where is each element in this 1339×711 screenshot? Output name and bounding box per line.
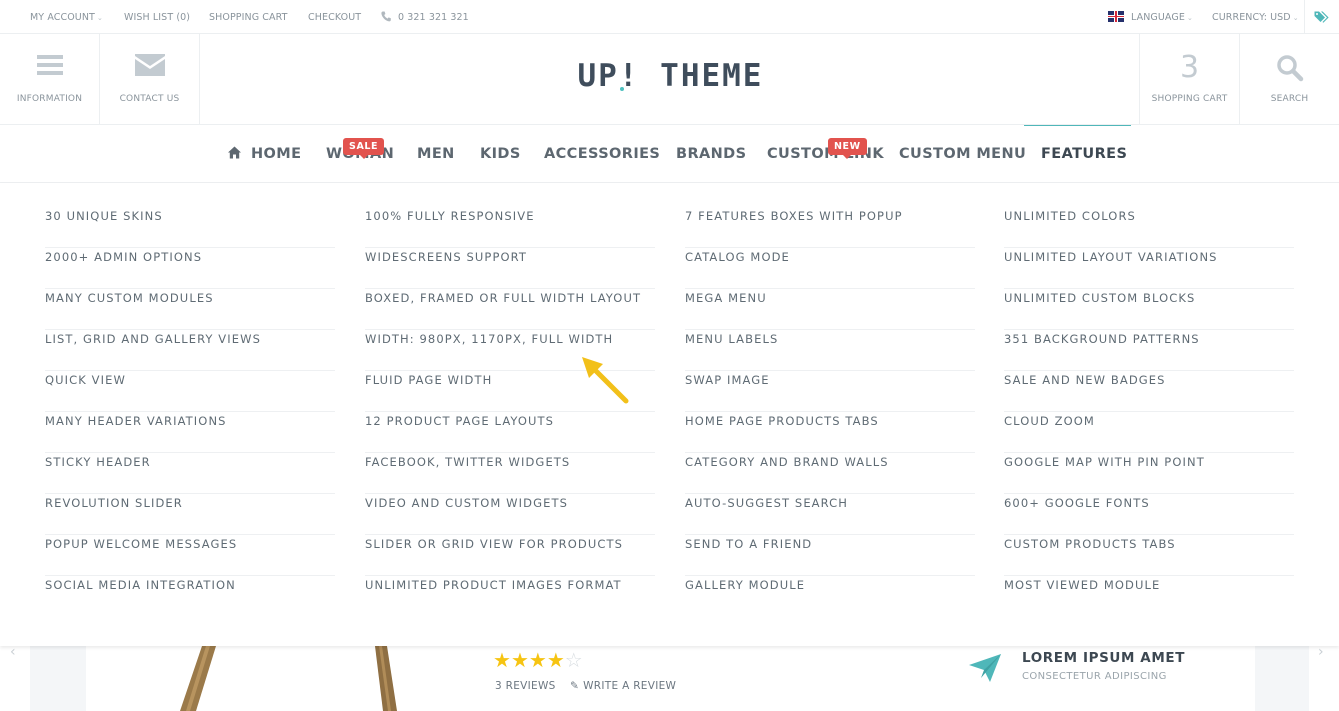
mega-menu-link[interactable]: MOST VIEWED MODULE <box>1004 576 1294 617</box>
chevron-down-icon: ⌄ <box>96 14 103 22</box>
my-account-link[interactable]: MY ACCOUNT ⌄ <box>30 12 103 23</box>
shopping-cart-label: SHOPPING CART <box>1151 94 1228 104</box>
features-mega-menu: 30 UNIQUE SKINS 2000+ ADMIN OPTIONS MANY… <box>0 183 1339 646</box>
phone-icon <box>381 11 391 22</box>
nav-accessories[interactable]: ACCESSORIES <box>544 146 660 162</box>
product-section: ‹ › ★★★★☆ 3 REVIEWS ✎ WRITE A REVIEW LORE… <box>0 644 1339 711</box>
currency-label: CURRENCY: USD <box>1212 12 1291 23</box>
contact-us-label: CONTACT US <box>119 94 180 104</box>
my-account-label: MY ACCOUNT <box>30 12 95 23</box>
search-icon <box>1276 55 1303 82</box>
logo-text: UP! THEME <box>577 58 764 94</box>
star-filled-icon: ★ <box>493 648 511 672</box>
contact-us-button[interactable]: CONTACT US <box>100 34 200 124</box>
information-button[interactable]: INFORMATION <box>0 34 100 124</box>
mega-menu-link[interactable]: UNLIMITED PRODUCT IMAGES FORMAT <box>365 576 655 617</box>
nav-custom-link[interactable]: CUSTOM LINK NEW <box>767 138 884 162</box>
chevron-down-icon: ⌄ <box>1292 14 1299 22</box>
pencil-icon: ✎ <box>570 680 580 692</box>
paper-plane-icon <box>969 654 1001 682</box>
slider-panel-right <box>1255 646 1309 711</box>
search-label: SEARCH <box>1270 94 1309 104</box>
pointer-arrow-icon <box>582 357 629 404</box>
chevron-right-icon[interactable]: › <box>1318 644 1324 660</box>
mega-menu-link[interactable]: GALLERY MODULE <box>685 576 975 617</box>
shopping-cart-link[interactable]: SHOPPING CART <box>209 12 288 23</box>
nav-men[interactable]: MEN <box>417 146 455 162</box>
tags-icon[interactable] <box>1314 10 1330 24</box>
phone-number: 0 321 321 321 <box>398 12 469 23</box>
nav-woman[interactable]: WOMAN SALE <box>326 138 394 162</box>
write-review-link[interactable]: ✎ WRITE A REVIEW <box>570 680 676 692</box>
language-label: LANGUAGE <box>1131 12 1185 23</box>
product-rating: ★★★★☆ <box>493 648 583 672</box>
star-filled-icon: ★ <box>528 648 547 672</box>
currency-selector[interactable]: CURRENCY: USD ⌄ <box>1212 12 1299 23</box>
language-selector[interactable]: LANGUAGE ⌄ <box>1131 12 1193 23</box>
mega-menu-column-2: 100% FULLY RESPONSIVE WIDESCREENS SUPPOR… <box>365 207 655 617</box>
uk-flag-icon <box>1108 11 1124 22</box>
mega-menu-column-4: UNLIMITED COLORS UNLIMITED LAYOUT VARIAT… <box>1004 207 1294 617</box>
mega-menu-link[interactable]: SOCIAL MEDIA INTEGRATION <box>45 576 335 617</box>
checkout-link[interactable]: CHECKOUT <box>308 12 361 23</box>
mega-menu-column-3: 7 FEATURES BOXES WITH POPUP CATALOG MODE… <box>685 207 975 617</box>
home-icon <box>228 146 241 159</box>
envelope-icon <box>134 54 165 76</box>
nav-custom-menu[interactable]: CUSTOM MENU <box>899 146 1026 162</box>
slider-panel-left <box>30 646 86 711</box>
top-bar: MY ACCOUNT ⌄ WISH LIST (0) SHOPPING CART … <box>0 0 1339 34</box>
write-review-label: WRITE A REVIEW <box>583 680 677 692</box>
chevron-left-icon[interactable]: ‹ <box>10 644 16 660</box>
reviews-link[interactable]: 3 REVIEWS <box>495 680 556 692</box>
search-button[interactable]: SEARCH <box>1239 34 1339 124</box>
new-badge: NEW <box>828 138 867 159</box>
nav-home[interactable]: HOME <box>251 146 301 162</box>
star-empty-icon: ☆ <box>564 648 583 672</box>
mega-menu-column-1: 30 UNIQUE SKINS 2000+ ADMIN OPTIONS MANY… <box>45 207 335 617</box>
nav-features[interactable]: FEATURES <box>1041 146 1127 162</box>
nav-brands[interactable]: BRANDS <box>676 146 746 162</box>
cart-count: 3 <box>1179 50 1200 85</box>
logo-accent-dot <box>620 87 624 91</box>
product-image-leg-right <box>375 646 397 711</box>
site-header: INFORMATION CONTACT US UP! THEME 3 SHOPP… <box>0 34 1339 125</box>
star-filled-icon: ★ <box>546 648 565 672</box>
information-label: INFORMATION <box>16 94 83 104</box>
star-filled-icon: ★ <box>510 648 529 672</box>
promo-subtitle: CONSECTETUR ADIPISCING <box>1022 671 1167 682</box>
product-image-leg-left <box>180 646 216 711</box>
shopping-cart-button[interactable]: 3 SHOPPING CART <box>1139 34 1239 124</box>
nav-kids[interactable]: KIDS <box>480 146 521 162</box>
site-logo[interactable]: UP! THEME <box>568 58 773 94</box>
wish-list-link[interactable]: WISH LIST (0) <box>124 12 190 23</box>
active-tab-indicator <box>1024 125 1131 126</box>
main-navigation: HOME WOMAN SALE MEN KIDS ACCESSORIES BRA… <box>0 125 1339 183</box>
sale-badge: SALE <box>343 138 385 159</box>
menu-icon <box>36 55 63 75</box>
promo-title: LOREM IPSUM AMET <box>1022 650 1185 666</box>
chevron-down-icon: ⌄ <box>1186 14 1193 22</box>
